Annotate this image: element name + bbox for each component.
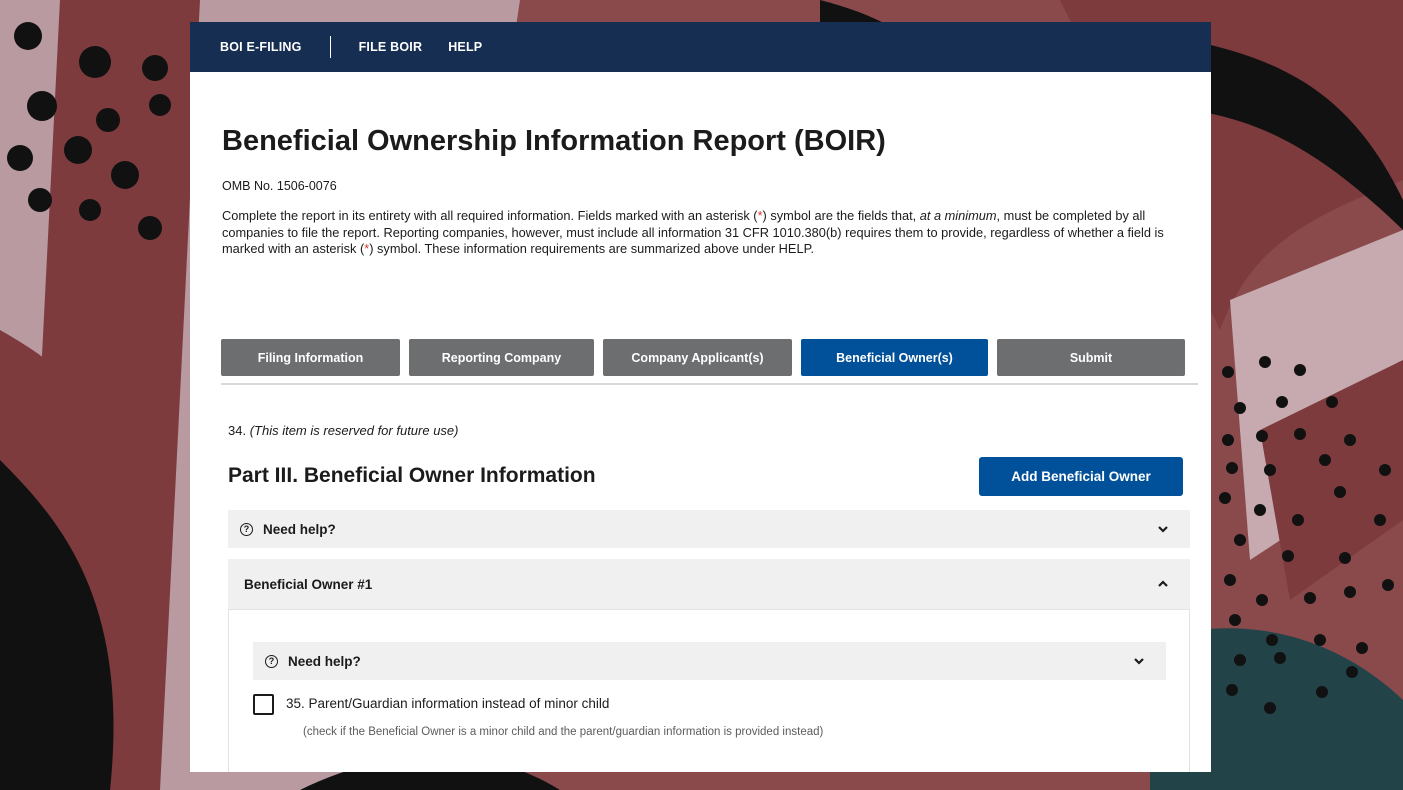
tab-beneficial-owners[interactable]: Beneficial Owner(s) <box>801 339 988 376</box>
nav-boi-efiling[interactable]: BOI E-FILING <box>220 40 302 54</box>
chevron-down-icon <box>1134 658 1144 665</box>
owner-need-help-accordion[interactable]: ? Need help? <box>253 642 1166 680</box>
nav-help[interactable]: HELP <box>448 40 482 54</box>
chevron-up-icon <box>1158 580 1168 587</box>
tab-filing-information[interactable]: Filing Information <box>221 339 400 376</box>
parent-guardian-checkbox[interactable] <box>253 694 274 715</box>
omb-number: OMB No. 1506-0076 <box>222 179 337 193</box>
item-34-reserved: 34. (This item is reserved for future us… <box>228 423 459 438</box>
chevron-down-icon <box>1158 526 1168 533</box>
beneficial-owner-1-title: Beneficial Owner #1 <box>244 576 373 592</box>
section-heading: Part III. Beneficial Owner Information <box>228 464 596 487</box>
tab-company-applicants[interactable]: Company Applicant(s) <box>603 339 792 376</box>
boir-form-panel: BOI E-FILING FILE BOIR HELP Beneficial O… <box>190 22 1211 772</box>
parent-guardian-hint: (check if the Beneficial Owner is a mino… <box>303 726 824 738</box>
tab-submit[interactable]: Submit <box>997 339 1185 376</box>
question-circle-icon: ? <box>240 522 253 536</box>
nav-divider <box>329 36 331 58</box>
top-navbar: BOI E-FILING FILE BOIR HELP <box>190 22 1211 72</box>
need-help-accordion[interactable]: ? Need help? <box>228 510 1190 548</box>
add-beneficial-owner-button[interactable]: Add Beneficial Owner <box>979 457 1183 496</box>
beneficial-owner-1-accordion[interactable]: Beneficial Owner #1 <box>228 559 1190 609</box>
step-tabs: Filing Information Reporting Company Com… <box>221 339 1198 376</box>
page-title: Beneficial Ownership Information Report … <box>222 125 886 157</box>
owner-need-help-label: Need help? <box>288 653 361 669</box>
question-circle-icon: ? <box>265 654 278 668</box>
nav-file-boir[interactable]: FILE BOIR <box>359 40 423 54</box>
tab-reporting-company[interactable]: Reporting Company <box>409 339 594 376</box>
tabs-divider <box>221 383 1198 385</box>
intro-paragraph: Complete the report in its entirety with… <box>222 208 1164 256</box>
parent-guardian-checkbox-label: 35. Parent/Guardian information instead … <box>286 696 610 711</box>
beneficial-owner-1-body <box>228 609 1190 772</box>
need-help-label: Need help? <box>263 521 336 537</box>
